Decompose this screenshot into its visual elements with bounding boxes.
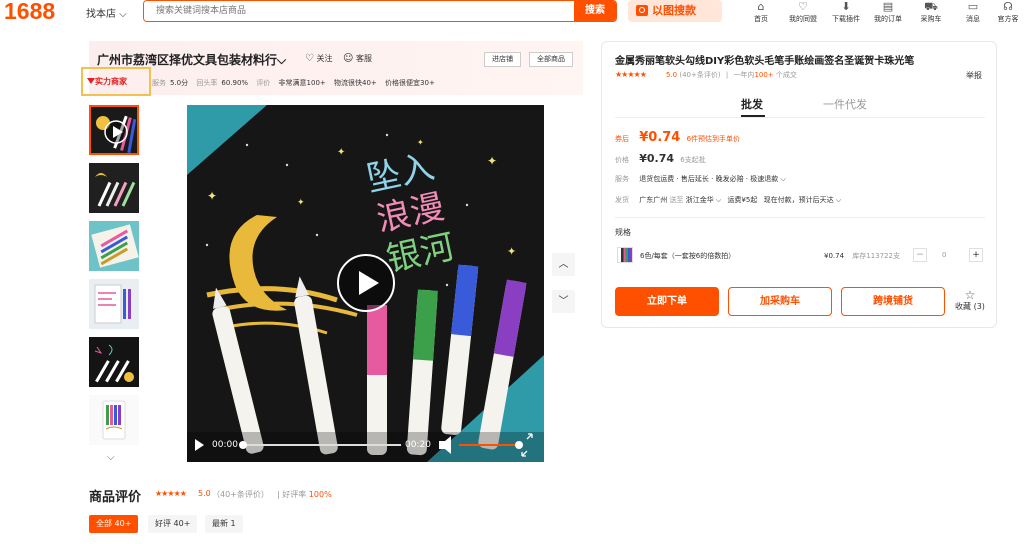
nav-download-plugin[interactable]: ⬇ 下载插件 [826, 0, 866, 24]
nav-messages[interactable]: ▭ 消息 [953, 0, 993, 24]
gallery-prev-button[interactable]: ︿ [552, 253, 575, 276]
search-button[interactable]: 搜索 [574, 1, 616, 21]
reviews-count: （40+条评价） [212, 490, 269, 499]
purchase-panel: 金属秀丽笔软头勾线DIY彩色软头毛笔手账绘画签名圣诞贺卡珠光笔 ★★★★★ 5.… [601, 41, 997, 328]
message-icon: ▭ [967, 0, 979, 13]
divider [615, 217, 985, 218]
cross-border-button[interactable]: 跨境铺货 [841, 287, 945, 316]
spec-thumbnail[interactable] [617, 247, 633, 263]
tab-wholesale[interactable]: 批发 [741, 96, 763, 112]
product-rating: 5.0 (40+条评价) | 一年内100+ 个成交 [666, 71, 797, 79]
svg-text:✦: ✦ [337, 147, 345, 158]
reviews-title: 商品评价 [89, 490, 142, 505]
spec-price-stock: ¥0.74 库存113722支 [824, 252, 901, 260]
spec-row: 6色/每套（一套按6的倍数拍） [640, 251, 735, 261]
svg-text:✦: ✦ [507, 245, 516, 258]
chat-icon: ☺ [343, 53, 354, 64]
eval-tag: 价格很便宜30+ [385, 79, 435, 87]
shipping-row: 发货 广东广州 送至 浙江金华 ⌵ 运费¥5起 现在付款，预计后天达 ⌵ [615, 196, 842, 204]
svg-text:✦: ✦ [207, 189, 217, 203]
order-icon: ▤ [882, 0, 894, 13]
image-search-label: 以图搜款 [652, 4, 696, 17]
home-icon: ⌂ [757, 0, 765, 13]
svg-text:✦: ✦ [417, 138, 424, 147]
eval-tag: 非常满意100+ [278, 79, 326, 87]
gallery-next-button[interactable]: ﹀ [552, 290, 575, 313]
chevron-down-icon[interactable]: ⌵ [107, 452, 115, 463]
nav-official-service[interactable]: ☊ 官方客 [992, 0, 1024, 24]
add-to-cart-button[interactable]: 加采购车 [728, 287, 832, 316]
follow-button[interactable]: ♡ 关注 [305, 53, 333, 64]
download-icon: ⬇ [841, 0, 851, 13]
search-input[interactable] [144, 1, 576, 21]
video-progress-bar[interactable] [241, 444, 401, 446]
eval-tag: 物流很快40+ [334, 79, 377, 87]
review-tab-latest[interactable]: 最新 1 [205, 515, 243, 533]
nav-home[interactable]: ⌂ 首页 [741, 0, 781, 24]
buy-now-button[interactable]: 立即下单 [615, 287, 719, 316]
tab-underline [741, 115, 765, 117]
image-search-button[interactable]: 以图搜款 [628, 0, 722, 22]
video-current-time: 00:00 [212, 440, 238, 450]
product-stars: ★★★★★ [615, 70, 647, 79]
thumbnail-image[interactable] [89, 279, 139, 329]
report-link[interactable]: 举报 [966, 70, 982, 81]
site-logo[interactable]: 1688 [4, 0, 55, 25]
star-icon: ☆ [964, 288, 976, 302]
thumbnail-image[interactable] [89, 395, 139, 445]
collect-button[interactable]: ☆ 收藏 (3) [954, 289, 986, 312]
svg-text:✦: ✦ [487, 154, 497, 168]
volume-slider[interactable] [459, 444, 517, 446]
coupon-price-row: 券后 ¥0.74 6件预估到手单价 [615, 130, 741, 145]
video-total-time: 00:20 [405, 440, 431, 450]
heart-icon: ♡ [305, 53, 314, 64]
heart-shield-icon: ♡ [798, 0, 808, 13]
quantity-input[interactable]: 0 [942, 251, 946, 259]
reviews-score: 5.0 [198, 489, 211, 498]
main-product-image[interactable]: ✦✦ ✦✦ ✦✦ ✦ 坠入 浪漫 银河 [187, 105, 544, 462]
thumbnail-video[interactable] [89, 105, 139, 155]
headset-icon: ☊ [1003, 0, 1013, 13]
thumbnail-image[interactable] [89, 221, 139, 271]
nav-purchase-cart[interactable]: ⛟ 采购车 [911, 0, 951, 24]
enter-shop-button[interactable]: 进店铺 [484, 52, 521, 67]
cart-icon: ⛟ [924, 0, 938, 13]
good-rate: | 好评率 100% [277, 490, 332, 499]
service-list[interactable]: 退货包运费 · 售后延长 · 晚发必赔 · 极速退款 ⌵ [639, 175, 786, 183]
camera-icon [636, 5, 648, 16]
nav-alliance[interactable]: ♡ 我的同盟 [783, 0, 823, 24]
shop-name[interactable]: 广州市荔湾区择优文具包装材料行⌵ [97, 51, 286, 68]
ship-to-dropdown[interactable]: 浙江金华 ⌵ [686, 196, 722, 204]
top-bar: 1688 找本店 ⌵ 搜索 以图搜款 ⌂ 首页 ♡ 我的同盟 ⬇ 下载插件 ▤ … [0, 0, 1024, 26]
find-shop-dropdown[interactable]: 找本店 ⌵ [86, 5, 127, 20]
tab-divider [615, 117, 985, 118]
tab-dropship[interactable]: 一件代发 [823, 96, 867, 112]
nav-my-orders[interactable]: ▤ 我的订单 [868, 0, 908, 24]
coupon-price: ¥0.74 [639, 130, 681, 145]
search-box: 搜索 [143, 0, 617, 22]
quantity-plus-button[interactable]: + [969, 248, 983, 262]
customer-service-button[interactable]: ☺ 客服 [343, 53, 372, 64]
badge-icon [87, 78, 95, 84]
all-products-button[interactable]: 全部商品 [529, 52, 573, 67]
reviews-stars: ★★★★★ [155, 489, 187, 498]
power-merchant-badge[interactable]: 实力商家 [81, 67, 151, 96]
spec-label: 规格 [615, 228, 631, 237]
thumbnail-image[interactable] [89, 337, 139, 387]
thumbnail-image[interactable] [89, 163, 139, 213]
svg-text:✦: ✦ [297, 198, 305, 208]
review-tab-good[interactable]: 好评 40+ [148, 515, 198, 533]
product-title: 金属秀丽笔软头勾线DIY彩色软头毛笔手账绘画签名圣诞贺卡珠光笔 [615, 56, 915, 67]
shop-metrics: 服务 5.0分 回头率 60.90% 评价 非常满意100+ 物流很快40+ 价格很… [152, 79, 435, 87]
quantity-minus-button[interactable]: − [913, 248, 927, 262]
unit-price: ¥0.74 [639, 152, 675, 165]
price-row: 价格 ¥0.74 6支起批 [615, 152, 706, 165]
spec-name: 6色/每套（一套按6的倍数拍） [640, 252, 736, 260]
service-row: 服务 退货包运费 · 售后延长 · 晚发必赔 · 极速退款 ⌵ [615, 175, 786, 183]
video-play-button[interactable] [337, 254, 395, 312]
review-tab-all[interactable]: 全部 40+ [89, 515, 139, 533]
